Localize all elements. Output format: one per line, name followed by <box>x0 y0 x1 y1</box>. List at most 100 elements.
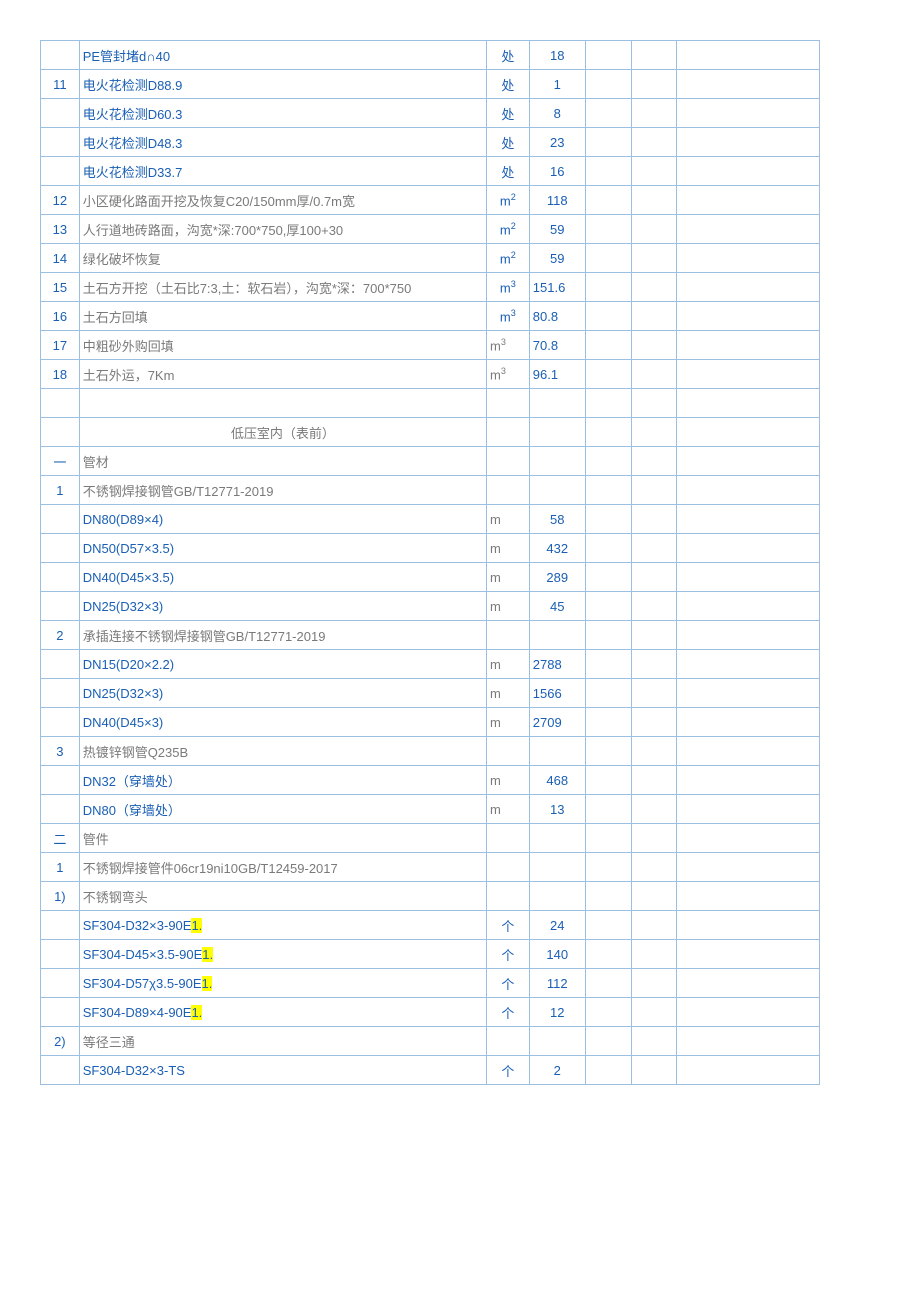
empty-cell <box>585 621 631 650</box>
row-index <box>41 998 80 1027</box>
row-quantity <box>529 882 585 911</box>
row-description: 低压室内（表前） <box>79 418 486 447</box>
row-index <box>41 911 80 940</box>
empty-cell <box>677 244 820 273</box>
table-row: DN32（穿墙处）m468 <box>41 766 820 795</box>
row-quantity: 59 <box>529 215 585 244</box>
row-description: 电火花检测D48.3 <box>79 128 486 157</box>
row-description: DN50(D57×3.5) <box>79 534 486 563</box>
row-unit: 个 <box>487 998 530 1027</box>
empty-cell <box>585 534 631 563</box>
row-description: 小区硬化路面开挖及恢复C20/150mm厚/0.7m宽 <box>79 186 486 215</box>
empty-cell <box>631 70 677 99</box>
empty-cell <box>631 563 677 592</box>
empty-cell <box>677 99 820 128</box>
empty-cell <box>585 679 631 708</box>
row-unit: m <box>487 766 530 795</box>
row-description: 绿化破坏恢复 <box>79 244 486 273</box>
table-row: 18土石外运，7Kmm396.1 <box>41 360 820 389</box>
empty-cell <box>677 447 820 476</box>
empty-cell <box>631 389 677 418</box>
empty-cell <box>677 621 820 650</box>
empty-cell <box>677 534 820 563</box>
row-index: 1 <box>41 853 80 882</box>
row-quantity: 8 <box>529 99 585 128</box>
bom-table: PE管封堵d∩40处1811电火花检测D88.9处1电火花检测D60.3处8电火… <box>40 40 820 1085</box>
empty-cell <box>677 476 820 505</box>
row-quantity <box>529 1027 585 1056</box>
empty-cell <box>585 998 631 1027</box>
row-index <box>41 650 80 679</box>
empty-cell <box>677 41 820 70</box>
row-index: 11 <box>41 70 80 99</box>
table-row: 1)不锈钢弯头 <box>41 882 820 911</box>
row-quantity: 23 <box>529 128 585 157</box>
empty-cell <box>585 1056 631 1085</box>
empty-cell <box>677 940 820 969</box>
row-index: 12 <box>41 186 80 215</box>
row-unit: m2 <box>487 186 530 215</box>
row-description: 不锈钢弯头 <box>79 882 486 911</box>
row-index: 17 <box>41 331 80 360</box>
empty-cell <box>585 853 631 882</box>
empty-cell <box>677 505 820 534</box>
table-row: SF304-D57χ3.5-90E1.个112 <box>41 969 820 998</box>
empty-cell <box>585 592 631 621</box>
row-unit: 个 <box>487 969 530 998</box>
empty-cell <box>585 128 631 157</box>
row-unit: m <box>487 795 530 824</box>
row-quantity: 140 <box>529 940 585 969</box>
table-row: 15土石方开挖（土石比7:3,土：软石岩），沟宽*深：700*750m3151.… <box>41 273 820 302</box>
empty-cell <box>631 650 677 679</box>
table-row: DN40(D45×3)m2709 <box>41 708 820 737</box>
row-description: 土石方回填 <box>79 302 486 331</box>
empty-cell <box>631 853 677 882</box>
empty-cell <box>585 940 631 969</box>
highlight-text: 1. <box>191 1005 202 1020</box>
row-unit: m <box>487 650 530 679</box>
row-quantity: 12 <box>529 998 585 1027</box>
empty-cell <box>631 99 677 128</box>
empty-cell <box>631 186 677 215</box>
row-unit: m <box>487 679 530 708</box>
empty-cell <box>631 998 677 1027</box>
row-index <box>41 128 80 157</box>
table-row <box>41 389 820 418</box>
empty-cell <box>41 389 80 418</box>
highlight-text: 1. <box>202 976 213 991</box>
row-index <box>41 157 80 186</box>
row-quantity <box>529 824 585 853</box>
table-row: 13人行道地砖路面，沟宽*深:700*750,厚100+30m259 <box>41 215 820 244</box>
row-description: SF304-D45×3.5-90E1. <box>79 940 486 969</box>
row-quantity: 13 <box>529 795 585 824</box>
table-row: 16土石方回填m380.8 <box>41 302 820 331</box>
empty-cell <box>585 389 631 418</box>
highlight-text: 1. <box>202 947 213 962</box>
row-quantity: 18 <box>529 41 585 70</box>
table-row: 1不锈钢焊接管件06cr19ni10GB/T12459-2017 <box>41 853 820 882</box>
row-quantity: 468 <box>529 766 585 795</box>
row-unit: m <box>487 708 530 737</box>
row-unit: m3 <box>487 273 530 302</box>
table-row: 17中粗砂外购回填m370.8 <box>41 331 820 360</box>
empty-cell <box>677 70 820 99</box>
empty-cell <box>585 447 631 476</box>
table-row: SF304-D32×3-TS个2 <box>41 1056 820 1085</box>
row-unit: 个 <box>487 911 530 940</box>
row-unit: 处 <box>487 70 530 99</box>
empty-cell <box>677 766 820 795</box>
row-quantity: 118 <box>529 186 585 215</box>
row-unit <box>487 621 530 650</box>
empty-cell <box>677 360 820 389</box>
empty-cell <box>631 331 677 360</box>
empty-cell <box>585 186 631 215</box>
table-row: DN40(D45×3.5)m289 <box>41 563 820 592</box>
empty-cell <box>677 998 820 1027</box>
empty-cell <box>585 331 631 360</box>
row-description: DN32（穿墙处） <box>79 766 486 795</box>
row-quantity: 2788 <box>529 650 585 679</box>
row-unit: m <box>487 534 530 563</box>
row-unit: 处 <box>487 99 530 128</box>
empty-cell <box>585 360 631 389</box>
row-description: DN40(D45×3.5) <box>79 563 486 592</box>
